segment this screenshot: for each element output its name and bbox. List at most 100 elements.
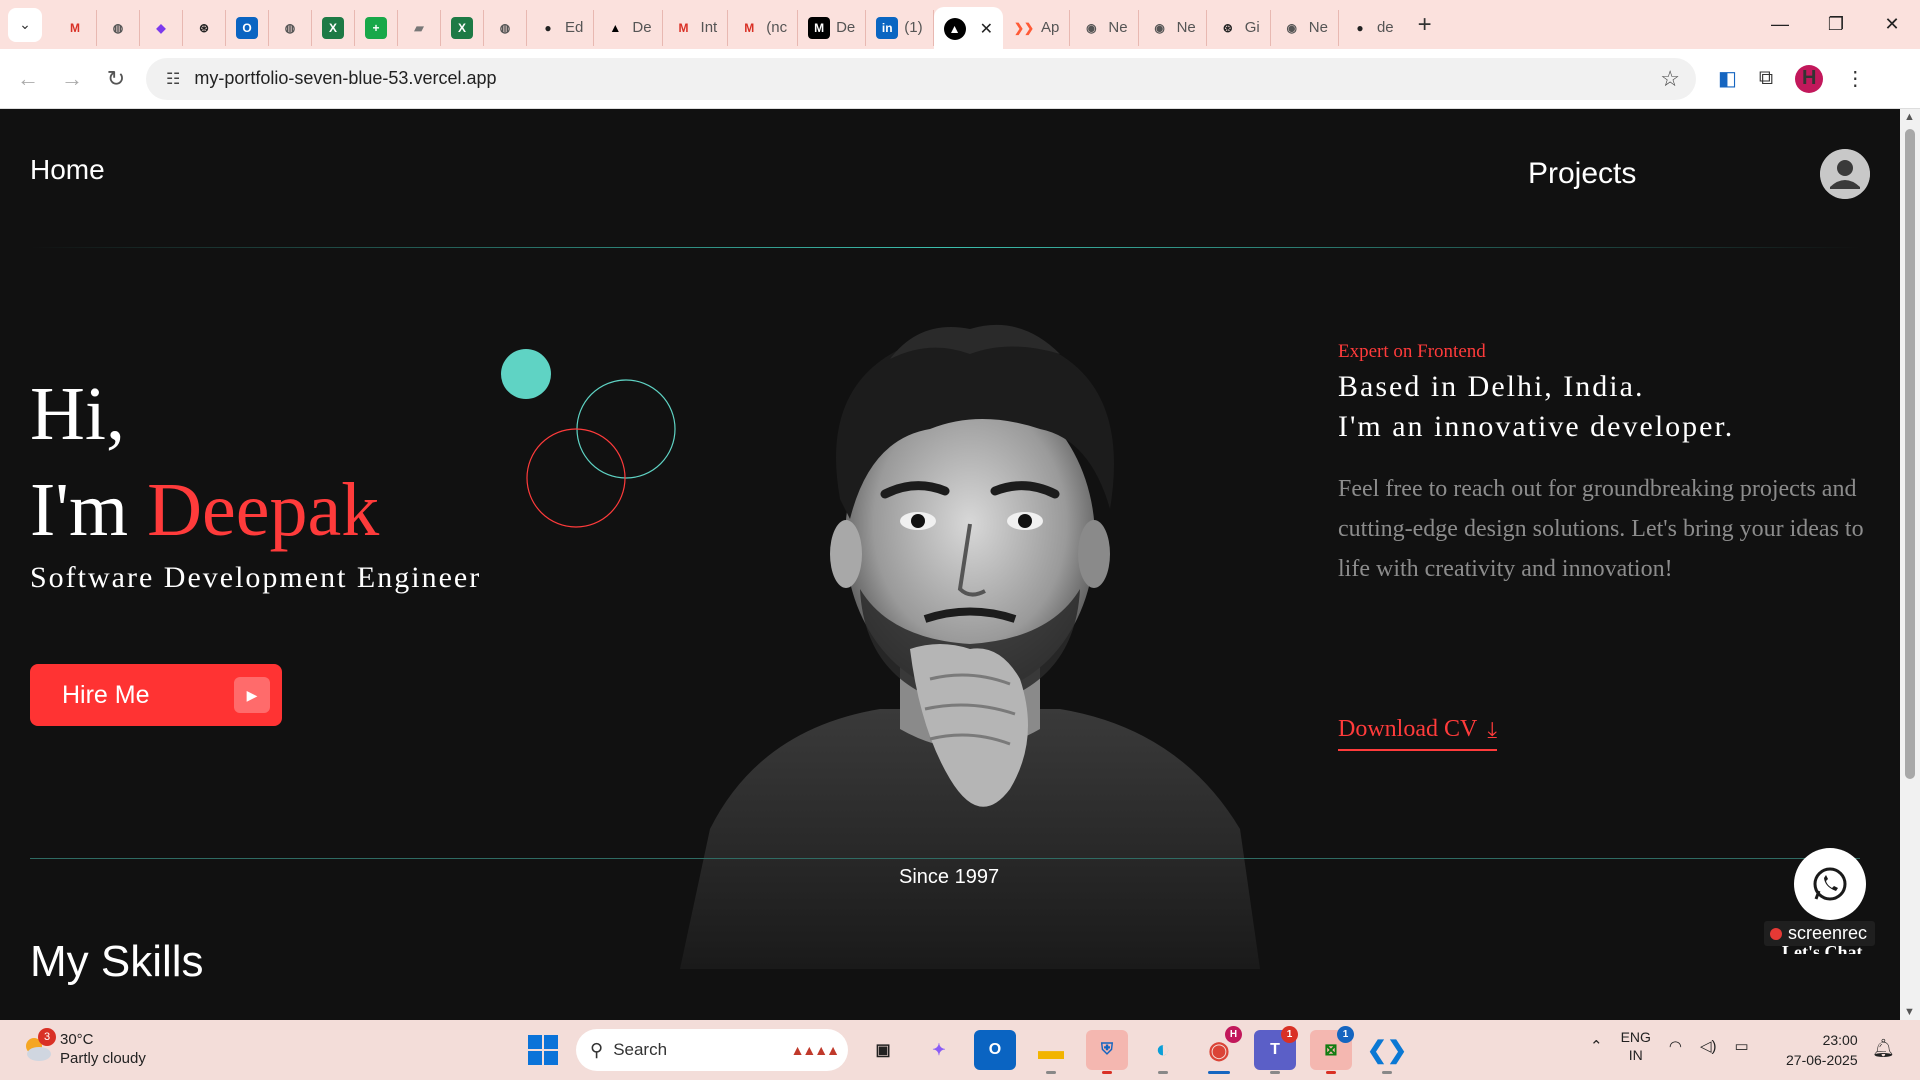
user-avatar-icon[interactable] bbox=[1820, 149, 1870, 199]
teams-icon[interactable]: T1 bbox=[1254, 1026, 1298, 1074]
tab[interactable]: ◍ bbox=[269, 9, 312, 46]
toolbar-icons: ◧ ⧉ H ⋮ bbox=[1718, 64, 1865, 93]
tab-title: De bbox=[632, 19, 652, 36]
record-icon bbox=[1770, 927, 1782, 940]
tagline-text: Expert on Frontend bbox=[1338, 341, 1486, 362]
globe-icon: ◍ bbox=[284, 20, 296, 35]
hire-me-label: Hire Me bbox=[62, 680, 150, 709]
bookmark-star-icon[interactable]: ☆ bbox=[1660, 66, 1680, 92]
tab-search-button[interactable]: ⌄ bbox=[8, 7, 42, 42]
tab[interactable]: M Int bbox=[663, 9, 729, 46]
download-cv-link[interactable]: Download CV ⤓ bbox=[1338, 716, 1498, 751]
openai-icon: ⊛ bbox=[1222, 20, 1233, 35]
tab[interactable]: ◉ Ne bbox=[1139, 9, 1207, 46]
tab[interactable]: M De bbox=[798, 9, 867, 46]
tab[interactable]: ◆ bbox=[140, 9, 183, 46]
tab[interactable]: + bbox=[355, 9, 398, 46]
tab[interactable]: ▰ bbox=[398, 9, 441, 46]
tab[interactable]: X bbox=[312, 9, 355, 46]
wifi-icon[interactable]: ◠ bbox=[1669, 1037, 1682, 1055]
gmail-icon: M bbox=[70, 20, 80, 35]
copilot-icon[interactable]: ✦ bbox=[918, 1030, 960, 1070]
scrollbar-thumb[interactable] bbox=[1905, 129, 1915, 779]
tab[interactable]: M bbox=[54, 9, 97, 46]
tab-active[interactable]: ▲ ✕ bbox=[933, 7, 1004, 50]
hire-me-button[interactable]: Hire Me ▶ bbox=[30, 664, 282, 726]
xbox-icon[interactable]: ⊠ 1 bbox=[1310, 1026, 1354, 1074]
nav-projects-link[interactable]: Projects bbox=[1528, 157, 1636, 191]
tab[interactable]: ◍ bbox=[97, 9, 140, 46]
whatsapp-chat-button[interactable] bbox=[1794, 848, 1866, 920]
scroll-up-icon[interactable]: ▲ bbox=[1904, 111, 1915, 123]
tab[interactable]: M (nc bbox=[728, 9, 799, 46]
gmail-icon: M bbox=[678, 20, 689, 35]
vscode-icon[interactable]: ❮❯ bbox=[1366, 1030, 1408, 1074]
search-placeholder: Search bbox=[613, 1040, 668, 1059]
shield-app-icon[interactable]: ⛨ bbox=[1086, 1030, 1128, 1074]
search-icon: ⚲ bbox=[590, 1039, 604, 1060]
edge-icon[interactable]: ◐ bbox=[1142, 1030, 1184, 1074]
lang-line1: ENG bbox=[1620, 1029, 1651, 1045]
chrome-app-icon[interactable]: ◉ H bbox=[1198, 1026, 1242, 1074]
tab-title: Ne bbox=[1308, 19, 1328, 36]
whatsapp-icon bbox=[1813, 867, 1847, 901]
taskbar-search[interactable]: ⚲ Search ▲▲▲▲ bbox=[576, 1029, 848, 1071]
reading-list-icon[interactable]: ◧ bbox=[1718, 66, 1737, 91]
tab[interactable]: in (1) bbox=[866, 9, 934, 46]
tab-title: De bbox=[836, 19, 856, 36]
tab[interactable]: ⊛ bbox=[183, 9, 226, 46]
taskbar-apps: ▣ ✦ O ▬ ⛨ ◐ ◉ H T1 ⊠ 1 ❮❯ bbox=[862, 1026, 1408, 1074]
tab[interactable]: X bbox=[441, 9, 484, 46]
site-settings-icon[interactable]: ☷ bbox=[166, 69, 180, 89]
forward-icon[interactable]: → bbox=[50, 66, 94, 92]
scroll-down-icon[interactable]: ▼ bbox=[1904, 1006, 1915, 1018]
decorative-circles bbox=[501, 349, 676, 528]
omnibox[interactable]: ☷ my-portfolio-seven-blue-53.vercel.app … bbox=[146, 57, 1696, 100]
page-scrollbar[interactable]: ▲ ▼ bbox=[1900, 109, 1920, 1020]
language-indicator[interactable]: ENG IN bbox=[1621, 1028, 1651, 1064]
sheets-icon: + bbox=[365, 16, 387, 39]
tab[interactable]: ◍ bbox=[484, 9, 527, 46]
windows-start-icon[interactable] bbox=[528, 1035, 558, 1065]
clock-date: 27-06-2025 bbox=[1786, 1052, 1858, 1068]
volume-icon[interactable]: ◁) bbox=[1700, 1037, 1717, 1055]
portfolio-page: Home Projects Hi, I'm Deepak Software De… bbox=[0, 109, 1900, 1020]
about-description: Feel free to reach out for groundbreakin… bbox=[1338, 476, 1864, 582]
minimize-icon[interactable]: — bbox=[1752, 0, 1808, 49]
tab-title: (1) bbox=[904, 19, 923, 36]
chevron-up-icon[interactable]: ⌃ bbox=[1590, 1037, 1603, 1055]
task-view-icon[interactable]: ▣ bbox=[862, 1030, 904, 1070]
close-tab-icon[interactable]: ✕ bbox=[980, 19, 993, 39]
tab-title: Ne bbox=[1108, 19, 1128, 36]
screenrec-overlay[interactable]: screenrec bbox=[1764, 921, 1876, 946]
tab[interactable]: ▲ De bbox=[594, 9, 663, 46]
address-bar-row: ← → ↻ ☷ my-portfolio-seven-blue-53.verce… bbox=[0, 49, 1920, 109]
location-line: Based in Delhi, India. bbox=[1338, 370, 1645, 403]
battery-icon[interactable]: ▭ bbox=[1735, 1037, 1749, 1055]
reload-icon[interactable]: ↻ bbox=[94, 66, 138, 92]
restore-icon[interactable]: ❐ bbox=[1808, 0, 1864, 49]
clock[interactable]: 23:00 27-06-2025 bbox=[1786, 1030, 1858, 1070]
nav-home-link[interactable]: Home bbox=[30, 154, 105, 186]
tab[interactable]: O bbox=[226, 9, 269, 46]
extensions-icon[interactable]: ⧉ bbox=[1759, 67, 1773, 90]
notification-bell-icon[interactable]: 🔔︎ bbox=[1872, 1038, 1895, 1059]
file-explorer-icon[interactable]: ▬ bbox=[1030, 1030, 1072, 1074]
weather-widget[interactable]: 3 30°C Partly cloudy bbox=[22, 1028, 146, 1068]
tab[interactable]: ◉ Ne bbox=[1070, 9, 1139, 46]
tab[interactable]: ● de bbox=[1339, 10, 1404, 46]
new-tab-button[interactable]: + bbox=[1418, 11, 1432, 39]
tab[interactable]: ❯❯ Ap bbox=[1003, 9, 1071, 46]
url-text[interactable]: my-portfolio-seven-blue-53.vercel.app bbox=[194, 68, 496, 89]
app-icon: ❯❯ bbox=[1013, 20, 1035, 35]
im-text: I'm bbox=[30, 468, 129, 552]
chevron-down-icon: ⌄ bbox=[19, 16, 31, 32]
tab[interactable]: ⊛ Gi bbox=[1207, 9, 1271, 46]
back-icon[interactable]: ← bbox=[6, 66, 50, 92]
close-window-icon[interactable]: ✕ bbox=[1864, 0, 1920, 49]
menu-icon[interactable]: ⋮ bbox=[1845, 66, 1865, 91]
tab[interactable]: ● Ed bbox=[527, 9, 595, 46]
profile-avatar[interactable]: H bbox=[1795, 64, 1824, 93]
tab[interactable]: ◉ Ne bbox=[1271, 9, 1339, 46]
outlook-app-icon[interactable]: O bbox=[974, 1030, 1016, 1070]
